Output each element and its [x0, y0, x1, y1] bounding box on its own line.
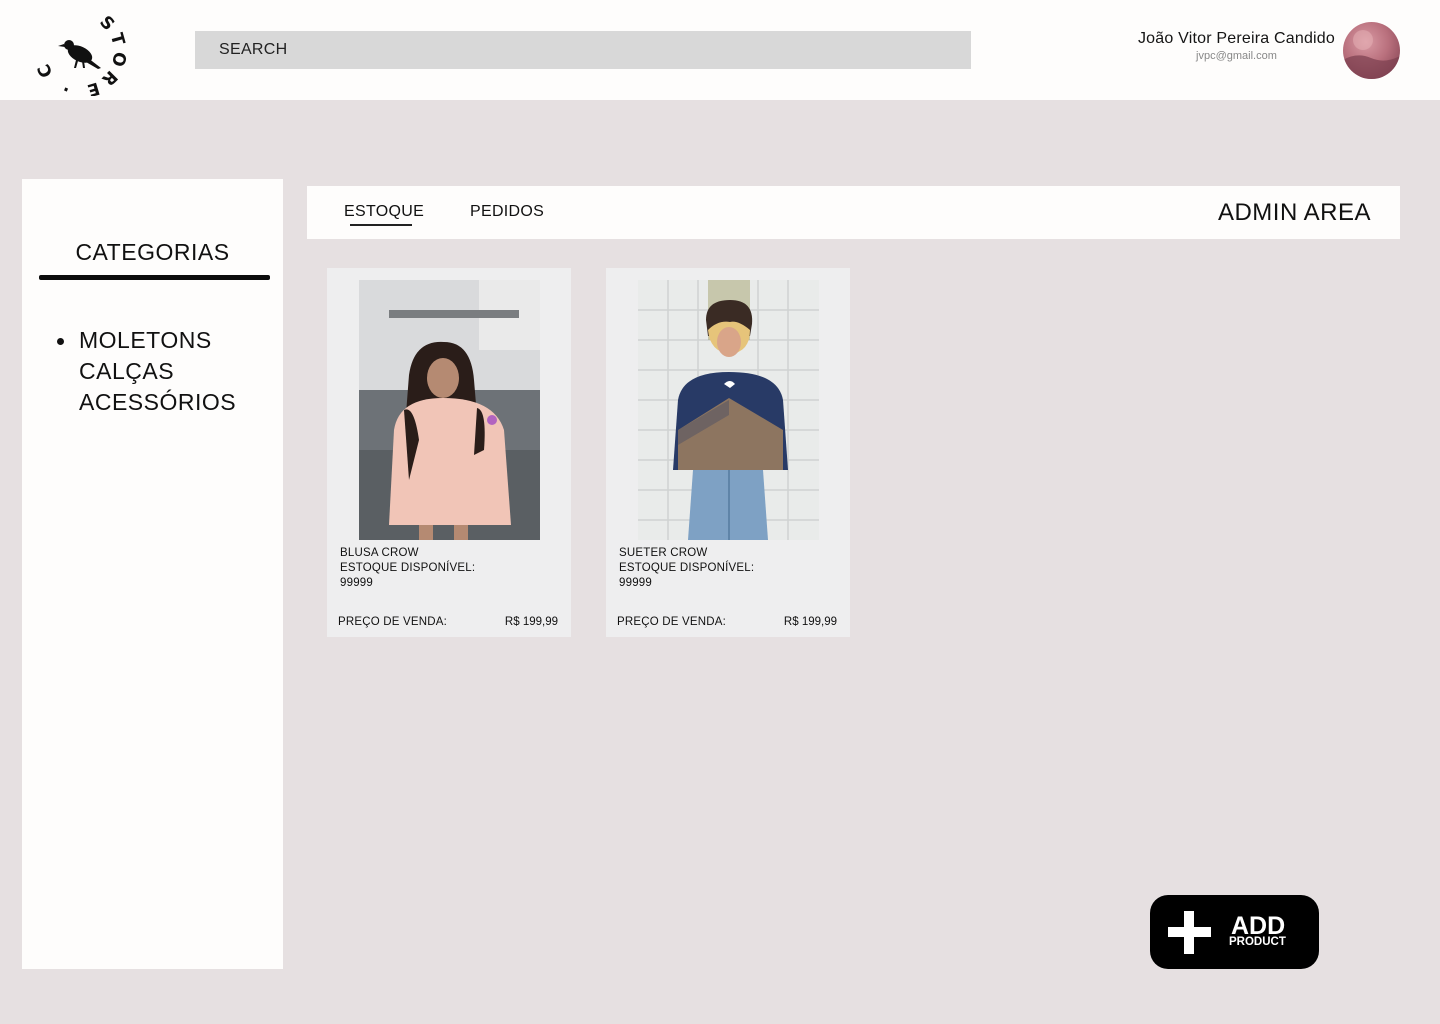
tab-pedidos[interactable]: PEDIDOS [470, 203, 544, 221]
categories-divider [39, 275, 270, 280]
category-item-acessorios[interactable]: ACESSÓRIOS [79, 387, 236, 418]
categories-list: MOLETONS CALÇAS ACESSÓRIOS [56, 325, 236, 418]
user-name: João Vitor Pereira Candido [1137, 30, 1335, 47]
category-item-calcas[interactable]: CALÇAS [79, 356, 236, 387]
header: STORE · CROW · João Vitor Pereira Candid… [0, 0, 1440, 100]
tab-estoque[interactable]: ESTOQUE [344, 203, 424, 221]
avatar[interactable] [1343, 22, 1400, 79]
price-value: R$ 199,99 [783, 616, 837, 628]
categories-sidebar: CATEGORIAS MOLETONS CALÇAS ACESSÓRIOS [22, 179, 283, 969]
stock-label: ESTOQUE DISPONÍVEL: [340, 562, 476, 574]
product-card[interactable]: SUETER CROW ESTOQUE DISPONÍVEL: 99999 PR… [606, 268, 850, 637]
search-input[interactable] [195, 31, 971, 69]
stock-value: 99999 [619, 577, 652, 589]
product-image [359, 280, 540, 540]
crow-icon [58, 40, 101, 69]
price-value: R$ 199,99 [504, 616, 558, 628]
categories-title: CATEGORIAS [75, 239, 230, 265]
stock-label: ESTOQUE DISPONÍVEL: [619, 562, 755, 574]
product-name: SUETER CROW [619, 547, 708, 559]
product-image [638, 280, 819, 540]
avatar-image [1343, 30, 1400, 79]
admin-tabs-bar: ESTOQUE PEDIDOS ADMIN AREA [307, 186, 1400, 239]
add-button-sublabel: PRODUCT [1229, 936, 1286, 948]
price-label: PREÇO DE VENDA: [617, 616, 727, 628]
user-info[interactable]: João Vitor Pereira Candido jvpc@gmail.co… [1138, 30, 1335, 62]
crow-store-logo[interactable]: STORE · CROW · [28, 8, 132, 96]
product-info: BLUSA CROW ESTOQUE DISPONÍVEL: 99999 [340, 546, 475, 591]
user-email: jvpc@gmail.com [1196, 50, 1277, 62]
price-label: PREÇO DE VENDA: [338, 616, 448, 628]
product-name: BLUSA CROW [340, 547, 419, 559]
category-item-moletons[interactable]: MOLETONS [56, 325, 236, 356]
product-card[interactable]: BLUSA CROW ESTOQUE DISPONÍVEL: 99999 PRE… [327, 268, 571, 637]
product-info: SUETER CROW ESTOQUE DISPONÍVEL: 99999 [619, 546, 754, 591]
active-tab-indicator [350, 224, 412, 226]
admin-area-title: ADMIN AREA [1217, 199, 1371, 226]
add-product-button[interactable]: ADD PRODUCT [1150, 895, 1319, 969]
stock-value: 99999 [340, 577, 373, 589]
